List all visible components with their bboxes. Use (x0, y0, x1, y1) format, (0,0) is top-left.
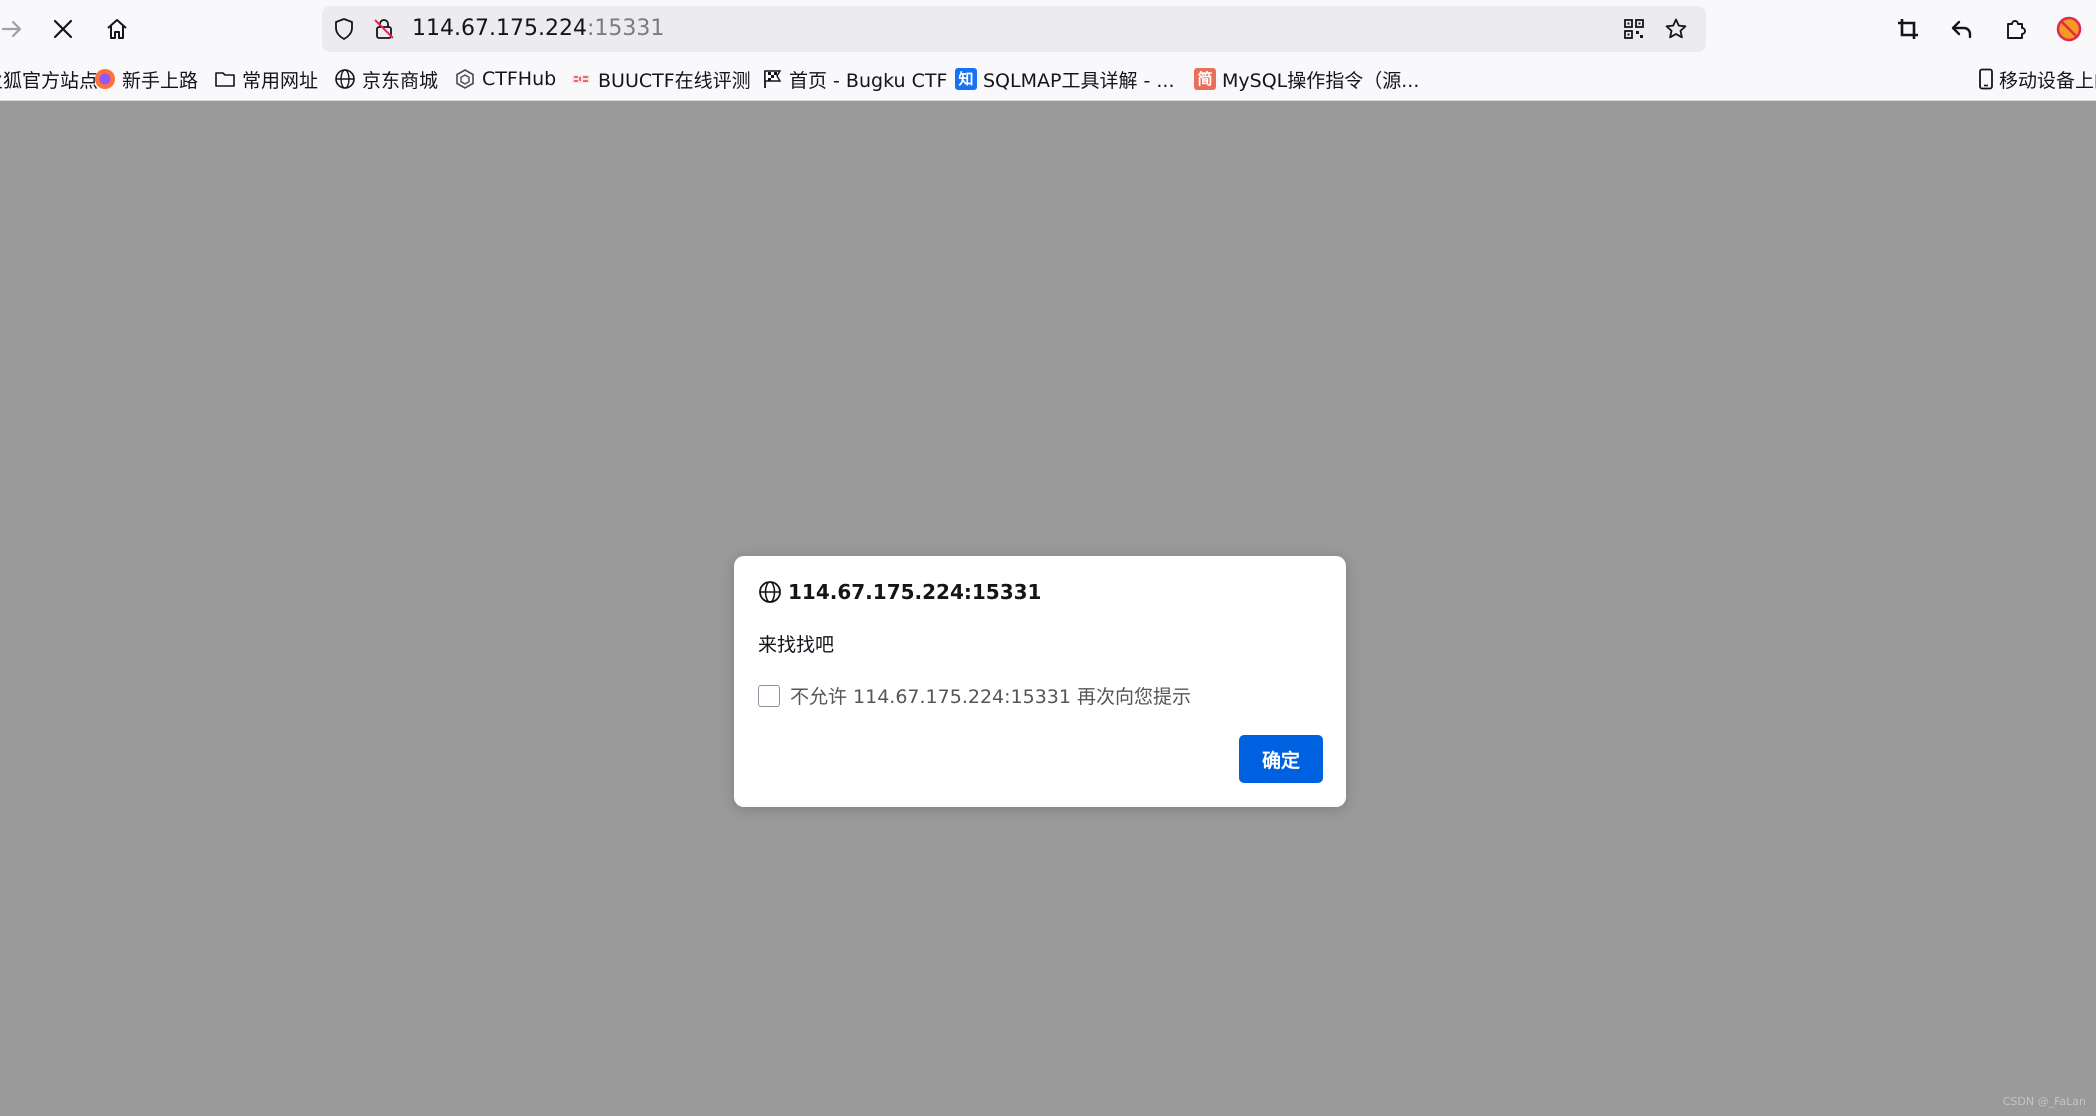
firefox-icon (94, 68, 116, 90)
bookmark-label: 移动设备上的 (1999, 69, 2096, 92)
bookmark-bugku[interactable]: 首页 - Bugku CTF (761, 65, 947, 93)
bookmark-label: 常用网址 (242, 69, 319, 92)
bookmark-mobile[interactable]: 移动设备上的 (1975, 65, 2096, 93)
suppress-dialogs-option[interactable]: 不允许 114.67.175.224:15331 再次向您提示 (758, 682, 1191, 709)
forward-arrow-icon[interactable] (0, 9, 32, 49)
undo-icon[interactable] (1942, 9, 1982, 49)
bookmark-firefox-site[interactable]: 火狐官方站点 (0, 65, 98, 93)
jianshu-favicon-text: 简 (1194, 68, 1216, 90)
watermark: CSDN @_FaLan (2002, 1095, 2086, 1108)
bookmark-ctfhub[interactable]: CTFHub (454, 65, 556, 93)
bookmark-label: 新手上路 (122, 69, 199, 92)
browser-toolbar: 114.67.175.224:15331 (0, 0, 2096, 58)
insecure-lock-icon[interactable] (372, 17, 396, 41)
bookmark-folder-common[interactable]: 常用网址 (214, 65, 318, 93)
zhihu-icon: 知 (955, 68, 977, 90)
bookmark-label: SQLMAP工具详解 - ... (983, 69, 1175, 92)
url-port: :15331 (586, 16, 665, 41)
suppress-dialogs-checkbox[interactable] (758, 684, 780, 707)
bookmark-sqlmap-zhihu[interactable]: 知 SQLMAP工具详解 - ... (955, 65, 1175, 93)
blocked-icon[interactable] (2049, 9, 2089, 49)
zhihu-favicon-text: 知 (955, 68, 977, 90)
puzzle-icon[interactable] (1996, 9, 2036, 49)
mobile-icon (1975, 68, 1997, 90)
suppress-dialogs-label: 不允许 114.67.175.224:15331 再次向您提示 (790, 686, 1192, 708)
bookmarks-bar: 火狐官方站点 新手上路 常用网址 京东商城 CTFHub BUUCTF在线评测 (0, 58, 2096, 101)
alert-dialog: 114.67.175.224:15331 来找找吧 不允许 114.67.175… (734, 556, 1346, 807)
buuctf-icon (570, 68, 592, 90)
ctfhub-icon (454, 68, 476, 90)
bookmark-label: MySQL操作指令（源... (1222, 69, 1420, 92)
jianshu-icon: 简 (1194, 68, 1216, 90)
bookmark-label: BUUCTF在线评测 (598, 69, 751, 92)
globe-icon (758, 580, 782, 604)
ok-button[interactable]: 确定 (1239, 735, 1323, 783)
bookmark-label: 京东商城 (362, 69, 439, 92)
crop-icon[interactable] (1888, 9, 1928, 49)
home-icon[interactable] (97, 9, 137, 49)
bookmark-jd[interactable]: 京东商城 (334, 65, 438, 93)
dialog-title: 114.67.175.224:15331 (758, 578, 1041, 606)
globe-icon (334, 68, 356, 90)
url-host: 114.67.175.224 (412, 16, 587, 41)
bookmark-mysql-jianshu[interactable]: 简 MySQL操作指令（源... (1194, 65, 1419, 93)
bookmark-getting-started[interactable]: 新手上路 (94, 65, 198, 93)
bookmark-label: CTFHub (482, 68, 557, 90)
flag-icon (761, 68, 783, 90)
url-text[interactable]: 114.67.175.224:15331 (412, 16, 664, 42)
bookmark-buuctf[interactable]: BUUCTF在线评测 (570, 65, 751, 93)
bookmark-label: 首页 - Bugku CTF (789, 69, 948, 92)
bookmark-label: 火狐官方站点 (0, 69, 99, 92)
address-bar[interactable]: 114.67.175.224:15331 (322, 6, 1706, 52)
folder-icon (214, 68, 236, 90)
bookmark-star-icon[interactable] (1664, 17, 1688, 41)
close-icon[interactable] (43, 9, 83, 49)
shield-icon[interactable] (332, 17, 356, 41)
dialog-message: 来找找吧 (758, 634, 835, 656)
qr-code-icon[interactable] (1622, 17, 1646, 41)
dialog-origin: 114.67.175.224:15331 (788, 580, 1042, 604)
